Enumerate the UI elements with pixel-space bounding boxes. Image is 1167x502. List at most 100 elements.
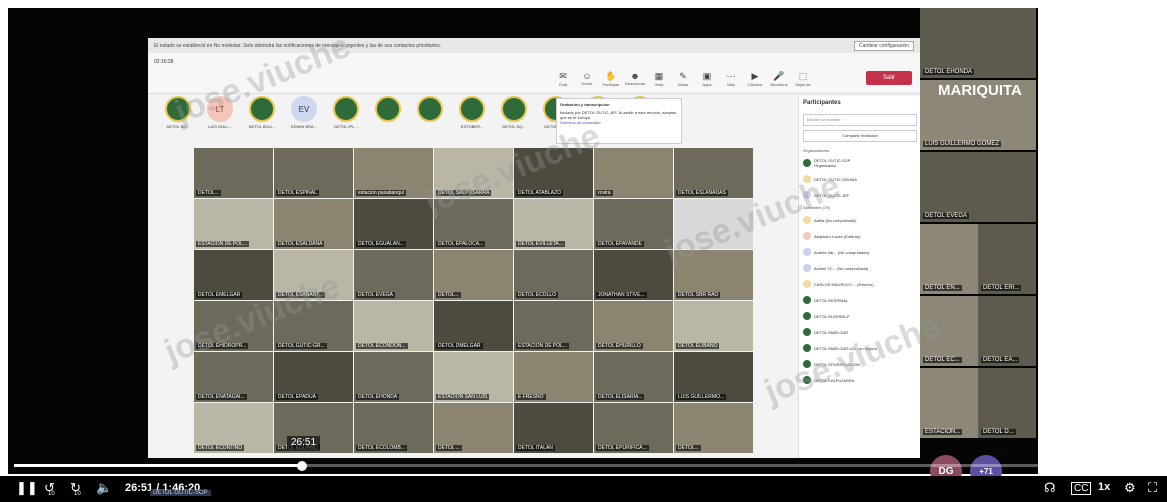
forward-10-icon[interactable]: ↻ 10 <box>70 480 81 497</box>
video-tile[interactable]: DETOL EGUALAN... <box>354 199 433 249</box>
video-tile[interactable]: DETOL ESLANADAS <box>674 148 753 198</box>
side-video-tile[interactable]: DETOL ERI... <box>978 224 1036 294</box>
video-tile[interactable]: DETOL SBR RAO <box>674 250 753 300</box>
video-tile[interactable]: DETOL ECOLLO <box>514 250 593 300</box>
video-tile[interactable]: DETOL ECONTINO <box>194 403 273 453</box>
video-tile[interactable]: DETOL ECONDON... <box>354 301 433 351</box>
side-video-tile[interactable]: MARIQUITA LUIS GUILLERMO GOMEZ <box>920 80 1036 150</box>
side-video-tile[interactable]: DETOL EC... <box>920 296 978 366</box>
seek-bar-handle[interactable] <box>296 461 307 471</box>
privacy-link[interactable]: Directiva de privacidad <box>560 120 678 125</box>
participant-row[interactable]: DETOL DMELGAR <box>799 324 920 340</box>
captions-icon[interactable]: CC <box>1071 482 1092 495</box>
side-video-tile[interactable]: DETOL EN... <box>920 224 978 294</box>
video-tile[interactable]: DETOL ITALAN <box>514 403 593 453</box>
toolbar-button[interactable]: ⬚ Dejar de <box>793 71 813 87</box>
change-settings-button[interactable]: Cambiar configuración <box>853 40 914 51</box>
video-tile[interactable]: DETOL... <box>434 250 513 300</box>
video-tile[interactable]: DETOL SALPUSARRA <box>434 148 513 198</box>
seek-bar[interactable] <box>14 461 1153 471</box>
side-video-tile[interactable]: DETOL EA... <box>978 296 1036 366</box>
video-tile[interactable]: E FRESNO <box>514 352 593 402</box>
toolbar-button[interactable]: ✉ Chat <box>553 71 573 87</box>
rewind-10-icon[interactable]: ↺ 10 <box>44 480 55 497</box>
side-video-tile[interactable]: DETOL EHONDA <box>920 8 1036 78</box>
toolbar-button[interactable]: ⋯ Más <box>721 71 741 87</box>
avatar[interactable]: DETOL BOLI... <box>244 96 280 129</box>
video-tile[interactable]: DETOL EHIDROPR... <box>194 301 273 351</box>
video-tile[interactable]: ESTACION SAN LUIS <box>434 352 513 402</box>
fullscreen-icon[interactable]: ⛶ <box>1148 480 1157 496</box>
toolbar-button[interactable]: ☺ Gente <box>577 71 597 87</box>
participant-row[interactable]: Andrés Var... (No comprobado) <box>799 244 920 260</box>
video-tile[interactable] <box>674 199 753 249</box>
participant-row[interactable]: DETOL GUTIC-SOP Organizador <box>799 155 920 171</box>
video-tile[interactable]: DETOL ... <box>434 403 513 453</box>
video-tile[interactable]: DETOL... <box>194 148 273 198</box>
participant-row[interactable]: DETOL DESPINAL <box>799 292 920 308</box>
organizers-heading[interactable]: Organizadores <box>799 146 920 155</box>
video-tile[interactable]: DETOL EHONDA <box>354 352 433 402</box>
share-invite-button[interactable]: Compartir invitación <box>803 130 917 142</box>
toolbar-button[interactable]: ✎ Notas <box>673 71 693 87</box>
participant-row[interactable]: DETOL DLERIDA-P <box>799 308 920 324</box>
video-tile[interactable]: ESTACION DE POL... <box>514 301 593 351</box>
video-tile[interactable]: DETOL EHURILLO <box>594 301 673 351</box>
video-tile[interactable]: DETOL EPURIFICA... <box>594 403 673 453</box>
video-tile[interactable]: DETOL ECOLOMB... <box>354 403 433 453</box>
video-tile[interactable]: DETOL ESALDANA <box>274 199 353 249</box>
video-tile[interactable]: DETOL ENATAGAI... <box>194 352 273 402</box>
video-tile[interactable]: DETOL ELISARIA... <box>594 352 673 402</box>
video-tile[interactable]: DETOL ESPINAL <box>274 148 353 198</box>
avatar[interactable] <box>370 96 406 129</box>
video-tile[interactable]: DETOL EMELGAR <box>194 250 273 300</box>
video-tile[interactable]: JONATHAN STIVE... <box>594 250 673 300</box>
participant-row[interactable]: Avenel YC... (No comprobado) <box>799 260 920 276</box>
attendees-heading[interactable]: Asistentes (79) <box>799 203 920 212</box>
participant-row[interactable]: Adela (No comprobado) <box>799 212 920 228</box>
toolbar-button[interactable]: ▣ Apps <box>697 71 717 87</box>
participant-search-input[interactable]: Escribe un nombre <box>803 114 917 126</box>
participant-row[interactable]: DETOL GUTIC-JEF <box>799 187 920 203</box>
toolbar-button[interactable]: ▶ Cámara <box>745 71 765 87</box>
video-tile[interactable]: rovira <box>594 148 673 198</box>
toolbar-button[interactable]: ▦ Vista <box>649 71 669 87</box>
side-video-tile[interactable]: DETOL EVEGA <box>920 152 1036 222</box>
avatar[interactable] <box>412 96 448 129</box>
video-tile[interactable]: DETOL EPALOCA... <box>434 199 513 249</box>
avatar[interactable]: DETOL BH... <box>160 96 196 129</box>
participant-row[interactable]: Alejandro López (Externo) <box>799 228 920 244</box>
toolbar-button[interactable]: ✋ Participar <box>601 71 621 87</box>
avatar[interactable]: LT LUIS GULL... <box>202 96 238 129</box>
video-tile[interactable]: DETOL ATABLAZO <box>514 148 593 198</box>
video-tile[interactable]: DETOL DMELGAR <box>434 301 513 351</box>
video-tile[interactable]: DETOL EPAYANDE <box>594 199 673 249</box>
participant-row[interactable]: DETOL DPURIFICACION <box>799 356 920 372</box>
playback-speed-button[interactable]: 1x <box>1098 481 1110 493</box>
participant-row[interactable]: DETOL GUTIC-GRUMA <box>799 171 920 187</box>
avatar[interactable]: DETOL IPL... <box>328 96 364 129</box>
video-tile[interactable]: estacion pasabanqui <box>354 148 433 198</box>
side-video-tile[interactable]: ESTACION... <box>920 368 978 438</box>
participant-row[interactable]: DETOL DMELGAR-USO en espera <box>799 340 920 356</box>
video-tile[interactable]: DETOL ESANANT... <box>274 250 353 300</box>
pause-icon[interactable]: ❚❚ <box>16 480 38 496</box>
settings-icon[interactable]: ⚙ <box>1124 480 1136 496</box>
volume-icon[interactable]: 🔈 <box>96 480 112 496</box>
avatar[interactable]: DETOL SQ... <box>496 96 532 129</box>
leave-button[interactable]: Salir <box>866 71 912 85</box>
avatar[interactable]: EV EDWIN BRA... <box>286 96 322 129</box>
video-tile[interactable]: DETOL EVEGA <box>354 250 433 300</box>
video-tile[interactable]: DETOL... <box>674 403 753 453</box>
video-tile[interactable]: LUIS GUILLERMO... <box>674 352 753 402</box>
toolbar-button[interactable]: ☻ Reaccionar <box>625 71 645 87</box>
voice-icon[interactable]: ☊ <box>1044 480 1056 496</box>
video-tile[interactable]: DETOL ELIBANO <box>674 301 753 351</box>
side-video-tile[interactable]: DETOL D... <box>978 368 1036 438</box>
avatar[interactable]: ESTOBER... <box>454 96 490 129</box>
participant-row[interactable]: CARLOS MAURICIO ... (Externo) <box>799 276 920 292</box>
video-tile[interactable]: DETOL GUTIC-GR... <box>274 301 353 351</box>
participant-row[interactable]: DETOL EALPUJARRA <box>799 372 920 388</box>
video-tile[interactable]: DETOL EVILLETA... <box>514 199 593 249</box>
toolbar-button[interactable]: 🎤 Micrófono <box>769 71 789 87</box>
